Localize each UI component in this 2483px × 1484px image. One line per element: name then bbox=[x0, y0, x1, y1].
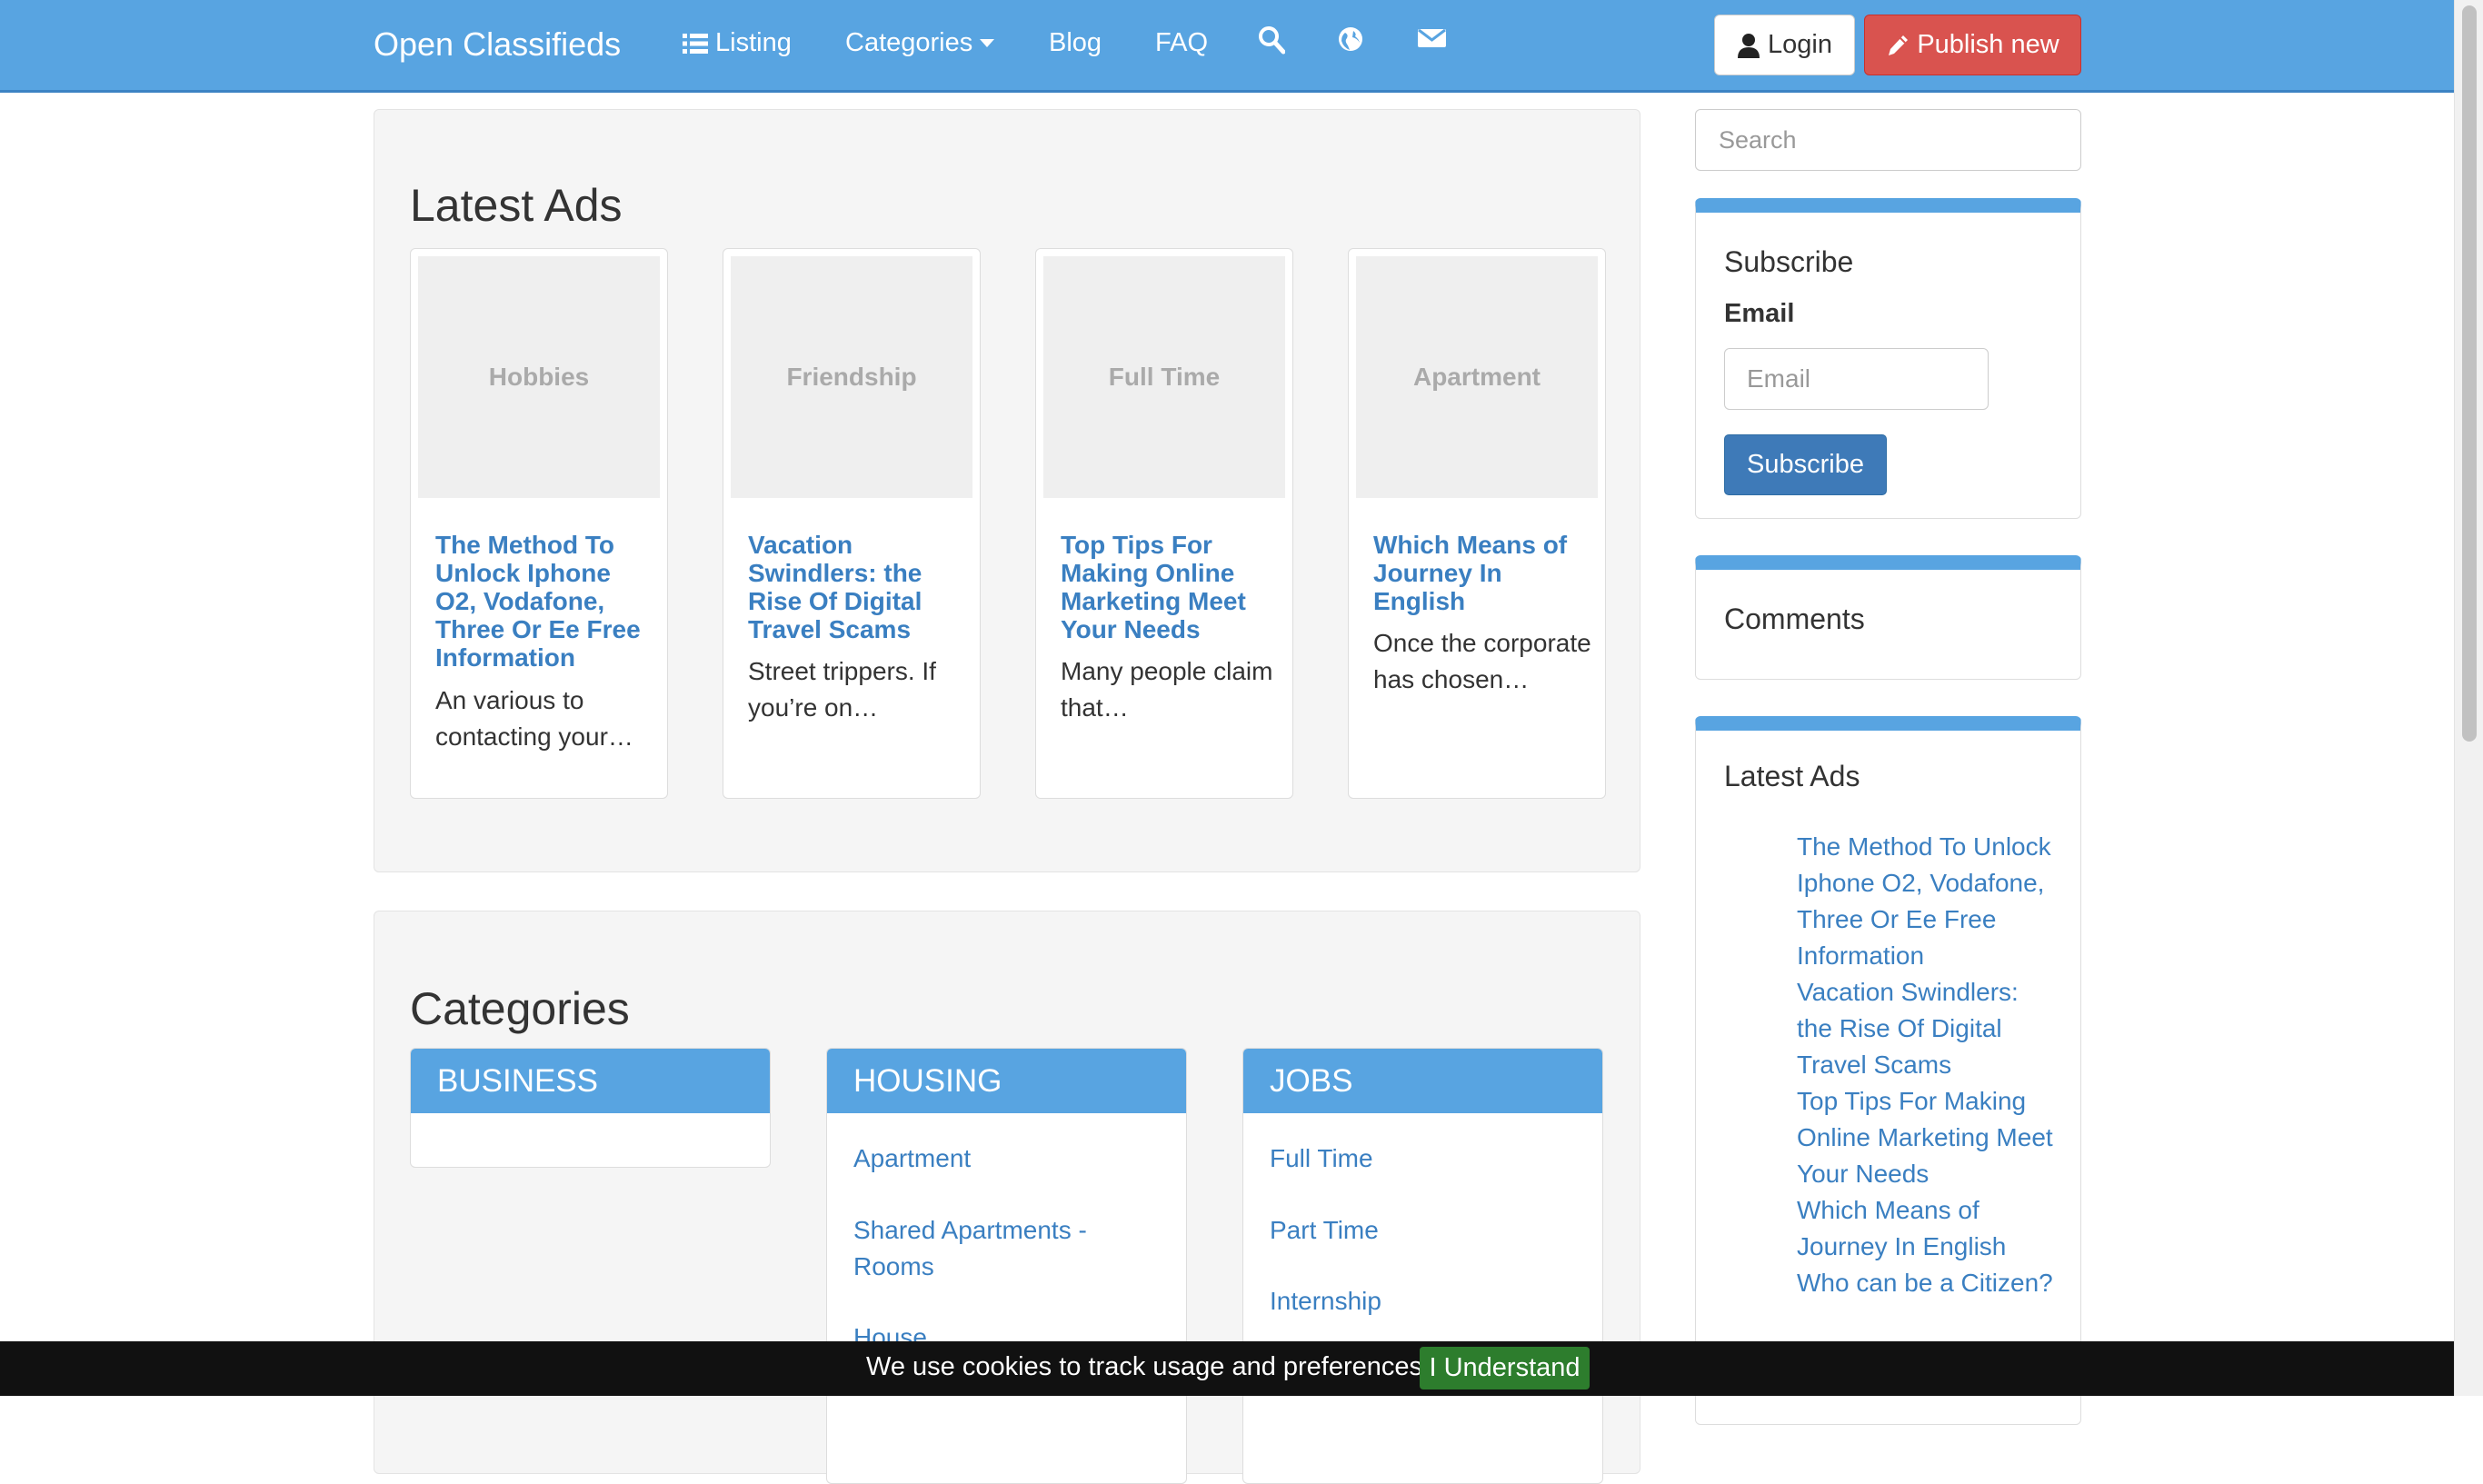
nav-categories-label: Categories bbox=[845, 28, 973, 57]
ad-image-placeholder[interactable]: Hobbies bbox=[418, 256, 660, 498]
latest-ads-widget: Latest Ads The Method To Unlock Iphone O… bbox=[1695, 716, 2081, 1425]
ad-card[interactable]: Apartment Which Means of Journey In Engl… bbox=[1348, 248, 1606, 799]
ad-card[interactable]: Full Time Top Tips For Making Online Mar… bbox=[1035, 248, 1293, 799]
ad-description: An various to contacting your… bbox=[435, 686, 633, 751]
top-navbar: Open Classifieds Listing Categories Blog… bbox=[0, 0, 2454, 93]
ad-title-link[interactable]: Vacation Swindlers: the Rise Of Digital … bbox=[748, 531, 966, 643]
ad-title-link[interactable]: Top Tips For Making Online Marketing Mee… bbox=[1061, 531, 1279, 643]
subcategory-link[interactable]: Apartment bbox=[853, 1140, 1162, 1177]
publish-new-button[interactable]: Publish new bbox=[1864, 15, 2081, 75]
category-heading-jobs[interactable]: JOBS bbox=[1243, 1049, 1602, 1113]
nav-listing[interactable]: Listing bbox=[683, 28, 792, 58]
sidebar-ad-link[interactable]: Who can be a Citizen? bbox=[1797, 1265, 2060, 1301]
page-scrollbar[interactable] bbox=[2454, 0, 2483, 1396]
globe-icon[interactable] bbox=[1337, 25, 1364, 60]
email-label: Email bbox=[1724, 299, 1795, 328]
envelope-icon[interactable] bbox=[1418, 25, 1446, 56]
subscribe-widget: Subscribe Email Email Subscribe bbox=[1695, 198, 2081, 519]
list-icon bbox=[683, 33, 708, 54]
cookie-banner: We use cookies to track usage and prefer… bbox=[0, 1341, 2454, 1396]
ad-image-placeholder[interactable]: Full Time bbox=[1043, 256, 1285, 498]
category-panel-jobs: JOBS Full Time Part Time Internship bbox=[1242, 1048, 1603, 1484]
pencil-icon bbox=[1889, 35, 1909, 55]
ad-card[interactable]: Hobbies The Method To Unlock Iphone O2, … bbox=[410, 248, 668, 799]
ad-image-placeholder[interactable]: Apartment bbox=[1356, 256, 1598, 498]
category-heading-business[interactable]: BUSINESS bbox=[411, 1049, 770, 1113]
nav-categories-dropdown[interactable]: Categories bbox=[845, 28, 995, 58]
categories-heading: Categories bbox=[410, 983, 630, 1034]
subcategory-link[interactable]: Full Time bbox=[1270, 1140, 1579, 1177]
latest-ads-section: Latest Ads Hobbies The Method To Unlock … bbox=[374, 109, 1640, 872]
login-button[interactable]: Login bbox=[1714, 15, 1855, 75]
email-field[interactable]: Email bbox=[1724, 348, 1989, 410]
latest-ads-heading: Latest Ads bbox=[410, 180, 623, 231]
user-icon bbox=[1738, 33, 1760, 58]
nav-faq[interactable]: FAQ bbox=[1155, 28, 1208, 58]
search-icon[interactable] bbox=[1258, 25, 1286, 62]
ad-card[interactable]: Friendship Vacation Swindlers: the Rise … bbox=[723, 248, 981, 799]
comments-widget: Comments bbox=[1695, 555, 2081, 680]
comments-heading: Comments bbox=[1724, 603, 1865, 635]
subscribe-button[interactable]: Subscribe bbox=[1724, 434, 1887, 495]
category-panel-housing: HOUSING Apartment Shared Apartments - Ro… bbox=[826, 1048, 1187, 1484]
ad-image-placeholder[interactable]: Friendship bbox=[731, 256, 972, 498]
subcategory-link[interactable]: Internship bbox=[1270, 1283, 1579, 1320]
subcategory-link[interactable]: Shared Apartments - Rooms bbox=[853, 1212, 1162, 1285]
sidebar-ad-link[interactable]: Top Tips For Making Online Marketing Mee… bbox=[1797, 1083, 2060, 1192]
category-panel-business: BUSINESS bbox=[410, 1048, 771, 1168]
ad-description: Many people claim that… bbox=[1061, 657, 1273, 722]
subscribe-heading: Subscribe bbox=[1724, 245, 1854, 278]
caret-down-icon bbox=[980, 38, 995, 47]
sidebar-ad-link[interactable]: Which Means of Journey In English bbox=[1797, 1192, 2060, 1265]
publish-label: Publish new bbox=[1917, 30, 2059, 59]
subcategory-link[interactable]: Part Time bbox=[1270, 1212, 1579, 1249]
site-brand[interactable]: Open Classifieds bbox=[374, 25, 621, 64]
nav-listing-label: Listing bbox=[715, 28, 792, 57]
scrollbar-thumb[interactable] bbox=[2462, 5, 2477, 742]
ad-description: Once the corporate has chosen… bbox=[1373, 629, 1591, 693]
sidebar-ad-link[interactable]: The Method To Unlock Iphone O2, Vodafone… bbox=[1797, 829, 2060, 974]
cookie-message: We use cookies to track usage and prefer… bbox=[866, 1352, 1423, 1381]
sidebar-ad-link[interactable]: Vacation Swindlers: the Rise Of Digital … bbox=[1797, 974, 2060, 1083]
ad-description: Street trippers. If you’re on… bbox=[748, 657, 936, 722]
cookie-accept-button[interactable]: I Understand bbox=[1420, 1347, 1590, 1389]
sidebar-latest-ads-heading: Latest Ads bbox=[1724, 760, 1860, 792]
sidebar-search-input[interactable]: Search bbox=[1695, 109, 2081, 171]
ad-title-link[interactable]: The Method To Unlock Iphone O2, Vodafone… bbox=[435, 531, 653, 672]
login-label: Login bbox=[1768, 30, 1832, 59]
nav-blog[interactable]: Blog bbox=[1049, 28, 1102, 58]
category-heading-housing[interactable]: HOUSING bbox=[827, 1049, 1186, 1113]
ad-title-link[interactable]: Which Means of Journey In English bbox=[1373, 531, 1591, 615]
